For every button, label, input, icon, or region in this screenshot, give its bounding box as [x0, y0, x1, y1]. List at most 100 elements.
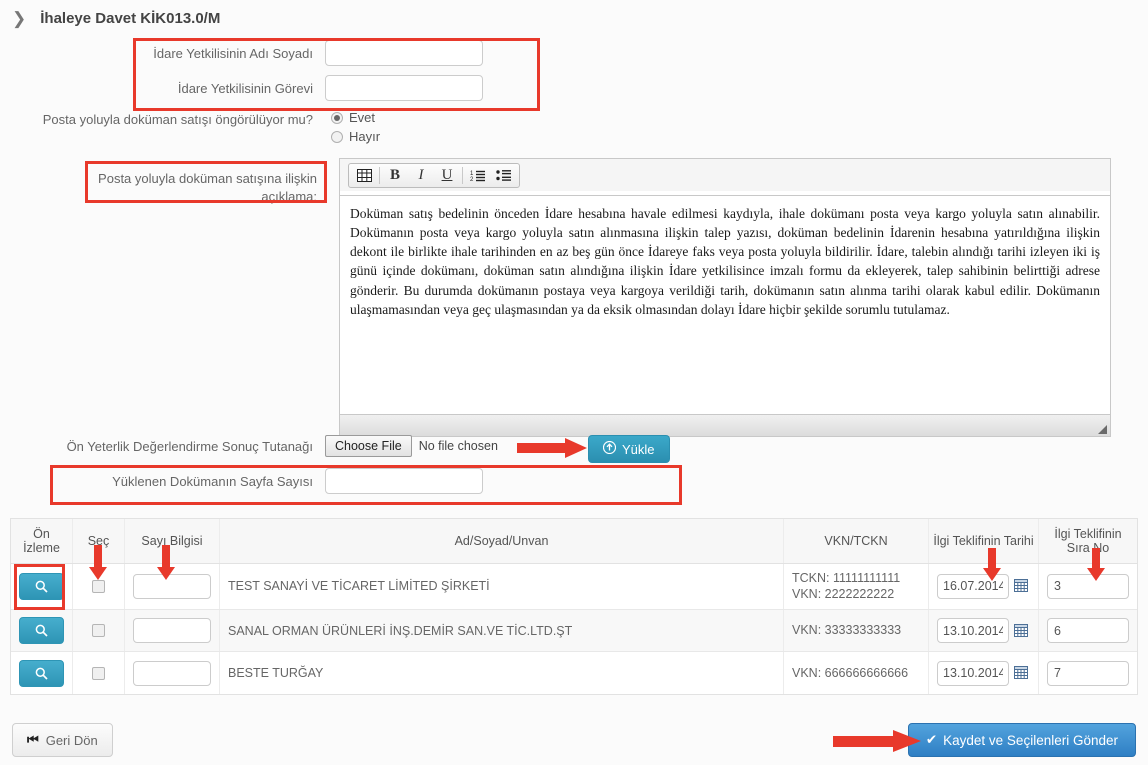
geri-don-button[interactable]: ⏮ Geri Dön: [12, 723, 113, 757]
radio-evet-label: Evet: [349, 110, 376, 125]
editor-toolbar-group: B I U 1 2: [348, 162, 520, 188]
date-input[interactable]: [937, 618, 1009, 644]
unordered-list-icon-svg: [496, 169, 511, 181]
upload-circle-icon-svg: [602, 440, 617, 455]
file-chooser[interactable]: Choose File No file chosen: [325, 435, 498, 457]
italic-icon[interactable]: I: [408, 164, 434, 187]
vkn-tckn-line-1: TCKN: 11111111111: [792, 570, 901, 585]
radio-hayir-label: Hayır: [349, 129, 381, 144]
yukle-button[interactable]: Yükle: [588, 435, 670, 463]
cell-name: TEST SANAYİ VE TİCARET LİMİTED ŞİRKETİ: [219, 563, 784, 611]
mail-sale-question-label: Posta yoluyla doküman satışı öngörülüyor…: [42, 112, 313, 127]
official-role-label: İdare Yetkilisinin Görevi: [177, 80, 313, 96]
bidders-table: Ön İzleme Seç Sayı Bilgisi Ad/Soyad/Unva…: [10, 518, 1138, 695]
annotation-arrow-to-sira-no: [1086, 548, 1106, 585]
cell-select: [72, 609, 125, 653]
cell-sira-no: [1038, 609, 1137, 653]
calendar-icon[interactable]: [1014, 665, 1028, 681]
footer-bar: ⏮ Geri Dön ✔ Kaydet ve Seçilenleri Gönde…: [0, 715, 1148, 765]
page-header: ❯ İhaleye Davet KİK013.0/M: [0, 0, 1148, 34]
table-head: Ön İzleme Seç Sayı Bilgisi Ad/Soyad/Unva…: [11, 519, 1137, 564]
check-icon: ✔: [925, 732, 938, 747]
cell-preview: [11, 563, 73, 611]
arrow-down-icon-svg: [1087, 548, 1105, 581]
arrow-right-icon-svg: [517, 438, 587, 458]
arrow-right-icon-svg: [833, 730, 921, 752]
rich-text-editor: B I U 1 2 Doküman satış bedelinin öncede…: [339, 158, 1111, 437]
radio-hayir-indicator[interactable]: [331, 130, 343, 143]
chevron-right-icon[interactable]: ❯: [12, 10, 26, 27]
kaydet-ve-secilenleri-gonder-button[interactable]: ✔ Kaydet ve Seçilenleri Gönder: [907, 723, 1136, 757]
search-icon-svg: [35, 624, 48, 637]
table-header-row: Ön İzleme Seç Sayı Bilgisi Ad/Soyad/Unva…: [11, 519, 1137, 564]
cell-sayi-bilgisi: [124, 651, 220, 694]
resize-grip-icon[interactable]: [1098, 425, 1107, 434]
editor-body-text: Doküman satış bedelinin önceden İdare he…: [350, 206, 1100, 317]
search-icon-svg: [35, 580, 48, 593]
search-icon[interactable]: [19, 617, 64, 645]
date-picker[interactable]: [937, 660, 1030, 686]
upload-circle-icon: [602, 440, 617, 457]
calendar-icon[interactable]: [1014, 578, 1028, 594]
date-picker[interactable]: [937, 618, 1030, 644]
mail-sale-radio-group[interactable]: Evet Hayır: [325, 110, 380, 144]
pages-label: Yüklenen Dokümanın Sayfa Sayısı: [112, 473, 313, 489]
bidders-table-element: Ön İzleme Seç Sayı Bilgisi Ad/Soyad/Unva…: [11, 519, 1137, 694]
annotation-arrow-to-sec: [88, 545, 108, 584]
toolbar-separator: [379, 166, 380, 184]
official-name-row: İdare Yetkilisinin Adı Soyadı: [0, 40, 560, 66]
table-row: BESTE TURĞAY VKN: 666666666666: [11, 651, 1137, 694]
sayi-bilgisi-input[interactable]: [133, 618, 211, 644]
cell-preview: [11, 609, 73, 653]
row-checkbox[interactable]: [92, 624, 105, 638]
official-name-input[interactable]: [325, 40, 483, 66]
calendar-icon-svg: [1014, 579, 1028, 593]
official-name-label: İdare Yetkilisinin Adı Soyadı: [153, 45, 313, 61]
editor-toolbar: B I U 1 2: [339, 158, 1111, 191]
yukle-button-label: Yükle: [622, 441, 655, 457]
geri-don-label: Geri Dön: [45, 732, 98, 748]
table-row: SANAL ORMAN ÜRÜNLERİ İNŞ.DEMİR SAN.VE Tİ…: [11, 609, 1137, 653]
official-role-input[interactable]: [325, 75, 483, 101]
editor-content-area[interactable]: Doküman satış bedelinin önceden İdare he…: [339, 195, 1111, 415]
search-icon-svg: [35, 667, 48, 680]
cell-date: [928, 609, 1039, 653]
search-icon[interactable]: [19, 659, 64, 687]
pages-count-input[interactable]: [325, 468, 483, 494]
table-icon[interactable]: [351, 164, 377, 187]
th-on-izleme: Ön İzleme: [11, 519, 73, 564]
unordered-list-icon[interactable]: [491, 164, 517, 187]
annotation-arrow-to-submit: [833, 729, 923, 756]
search-icon[interactable]: [19, 572, 64, 600]
sira-no-input[interactable]: [1047, 618, 1129, 644]
arrow-down-icon-svg: [157, 545, 175, 580]
underline-icon[interactable]: U: [434, 164, 460, 187]
arrow-down-icon-svg: [89, 545, 107, 580]
radio-option-evet[interactable]: Evet: [331, 110, 380, 125]
cell-select: [72, 651, 125, 694]
bold-icon[interactable]: B: [382, 164, 408, 187]
cell-date: [928, 651, 1039, 694]
sira-no-input[interactable]: [1047, 660, 1129, 686]
annotation-arrow-to-sayi-bilgisi: [156, 545, 176, 584]
cell-name: SANAL ORMAN ÜRÜNLERİ İNŞ.DEMİR SAN.VE Tİ…: [219, 609, 784, 653]
official-form: İdare Yetkilisinin Adı Soyadı İdare Yetk…: [0, 40, 560, 153]
table-body: TEST SANAYİ VE TİCARET LİMİTED ŞİRKETİ T…: [11, 563, 1137, 694]
row-checkbox[interactable]: [92, 666, 105, 680]
toolbar-separator-2: [462, 166, 463, 184]
cell-name: BESTE TURĞAY: [219, 651, 784, 694]
pages-row: Yüklenen Dokümanın Sayfa Sayısı: [0, 468, 700, 494]
step-backward-icon: ⏮: [27, 732, 39, 747]
submit-button-label: Kaydet ve Seçilenleri Gönder: [943, 732, 1118, 748]
calendar-icon[interactable]: [1014, 623, 1028, 639]
annotation-arrow-to-yukle: [517, 437, 589, 462]
radio-option-hayir[interactable]: Hayır: [331, 129, 380, 144]
sayi-bilgisi-input[interactable]: [133, 660, 211, 686]
no-file-chosen-text: No file chosen: [418, 439, 498, 453]
choose-file-button[interactable]: Choose File: [325, 435, 412, 457]
upload-label: Ön Yeterlik Değerlendirme Sonuç Tutanağı: [66, 438, 313, 454]
date-input[interactable]: [937, 660, 1009, 686]
ordered-list-icon[interactable]: 1 2: [465, 164, 491, 187]
radio-evet-indicator[interactable]: [331, 111, 343, 124]
calendar-icon-svg: [1014, 666, 1028, 679]
